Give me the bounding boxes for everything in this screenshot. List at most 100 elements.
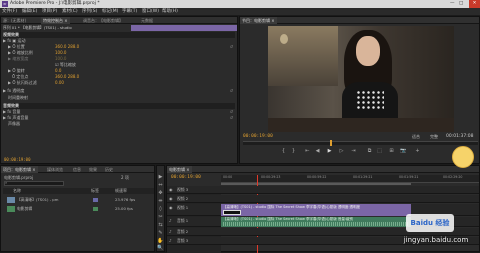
slip-tool[interactable]: ⇆ <box>157 222 164 229</box>
tab-effects[interactable]: 效果 <box>87 166 99 173</box>
row-label: ▶ fx ▣ 运动 <box>3 38 26 43</box>
tab-media-browser[interactable]: 媒体浏览 <box>45 166 65 173</box>
ruler-label: 00:01:59:21 <box>399 175 419 179</box>
item-name: 电影剪辑 <box>17 206 33 211</box>
tab-effect-controls[interactable]: 特效控制台 × <box>41 17 70 24</box>
video-clip[interactable]: 【高清晰】(TS01) - studio 国际 The Secret Show … <box>221 204 411 216</box>
track-select-tool[interactable]: ⇔ <box>157 182 164 189</box>
minimize-button[interactable]: — <box>450 0 455 8</box>
list-item[interactable]: 电影剪辑 25.00 fps <box>3 205 154 213</box>
video-clip-icon <box>7 197 15 203</box>
rolling-edit-tool[interactable]: ⇹ <box>157 198 164 205</box>
lift-button[interactable]: ⧉ <box>366 148 373 155</box>
sticker-emoji <box>452 146 474 168</box>
close-button[interactable]: ✕ <box>469 0 480 8</box>
eye-icon[interactable]: ◉ <box>169 204 173 212</box>
speaker-icon[interactable]: ♪ <box>169 237 172 245</box>
timeline-timecode[interactable]: 00:00:19:00 <box>171 175 201 180</box>
project-column-headers: 名称 标签 帧速率 <box>3 188 154 194</box>
eye-icon[interactable]: ◉ <box>169 186 173 194</box>
anti-flicker-value[interactable]: 0.00 <box>55 80 64 86</box>
export-frame-button[interactable]: 📷 <box>400 148 407 155</box>
tab-metadata[interactable]: 元数据 <box>139 17 155 24</box>
selection-tool[interactable]: ▶ <box>157 174 164 181</box>
menu-sequence[interactable]: 序列(S) <box>82 8 97 15</box>
effect-controls-tabs: 源：(无素材) 特效控制台 × 调音台：【电影剪辑】 元数据 <box>1 17 237 24</box>
menu-project[interactable]: 项目(P) <box>42 8 57 15</box>
track-header-audio-2[interactable]: 音频 2 ♪ <box>167 228 221 236</box>
effect-time-remap[interactable]: 时间重映射 <box>3 95 235 101</box>
step-forward-button[interactable]: ▷ <box>338 148 345 155</box>
razor-tool[interactable]: ✂ <box>157 214 164 221</box>
menu-clip[interactable]: 素材(C) <box>62 8 78 15</box>
rate-stretch-tool[interactable]: ◊ <box>157 206 164 213</box>
hand-tool[interactable]: ✋ <box>157 238 164 245</box>
safe-margins-button[interactable]: ⊞ <box>388 148 395 155</box>
tab-history[interactable]: 历史 <box>103 166 115 173</box>
track-header-audio-3[interactable]: 音频 3 ♪ <box>167 237 221 245</box>
ripple-edit-tool[interactable]: ✥ <box>157 190 164 197</box>
full-dropdown[interactable]: 完整 <box>430 134 438 140</box>
table-surface <box>268 118 454 132</box>
fit-dropdown[interactable]: 适合 <box>412 134 420 140</box>
speaker-icon[interactable]: ♪ <box>169 228 172 236</box>
tab-sequence[interactable]: 电影剪辑 × <box>167 166 192 173</box>
eye-icon[interactable]: ◉ <box>169 195 173 203</box>
track-video-3[interactable] <box>221 186 479 194</box>
column-name[interactable]: 名称 <box>13 188 21 194</box>
tab-source[interactable]: 源：(无素材) <box>1 17 28 24</box>
step-back-button[interactable]: ◀ <box>314 148 321 155</box>
work-area-bar[interactable] <box>221 183 411 185</box>
column-frame-rate[interactable]: 帧速率 <box>115 188 127 194</box>
reset-icon[interactable]: ↺ <box>230 88 233 94</box>
track-header-video-2[interactable]: 视频 2 ◉ <box>167 195 221 203</box>
list-item[interactable]: 【高清晰】(TS01) - pm 23.976 fps <box>3 196 154 204</box>
track-label: 音频 2 <box>177 229 189 234</box>
program-scrubber[interactable] <box>243 141 478 145</box>
menu-marker[interactable]: 标记(M) <box>102 8 118 15</box>
extract-button[interactable]: ⬚ <box>376 148 383 155</box>
add-button[interactable]: + <box>414 148 421 155</box>
track-header-video-1[interactable]: 视频 1 ◉ <box>167 204 221 216</box>
menu-edit[interactable]: 编辑(E) <box>22 8 37 15</box>
pen-tool[interactable]: ✎ <box>157 230 164 237</box>
menu-help[interactable]: 帮助(H) <box>162 8 178 15</box>
program-video-frame <box>268 26 454 132</box>
menu-window[interactable]: 窗口(W) <box>142 8 159 15</box>
search-input[interactable] <box>4 181 64 186</box>
effect-opacity[interactable]: ▶ fx 透明度 ↺ <box>3 88 235 94</box>
go-to-in-button[interactable]: ⇤ <box>304 148 311 155</box>
column-label[interactable]: 标签 <box>91 188 99 194</box>
menu-title[interactable]: 字幕(T) <box>122 8 137 15</box>
effect-panner[interactable]: 声像器 <box>3 121 235 127</box>
zoom-tool[interactable]: 🔍 <box>157 245 164 252</box>
row-label: ▶ 缩放宽度 <box>8 56 29 61</box>
track-headers: 视频 3 ◉ 视频 2 ◉ 视频 1 ◉ 音频 1 ♪ 音频 2 ♪ 音频 3 ♪ <box>167 186 221 253</box>
track-video-2[interactable] <box>221 195 479 203</box>
baidu-logo: Baidu 经验 <box>406 214 454 232</box>
tab-info[interactable]: 信息 <box>71 166 83 173</box>
tab-audio-mixer[interactable]: 调音台：【电影剪辑】 <box>81 17 125 24</box>
mark-out-button[interactable]: } <box>290 148 297 155</box>
go-to-out-button[interactable]: ⇥ <box>350 148 357 155</box>
time-ruler[interactable]: 00:00 00:00:29:23 00:00:59:22 00:01:29:2… <box>221 175 479 183</box>
menu-file[interactable]: 文件(F) <box>2 8 17 15</box>
program-timecode-current[interactable]: 00:00:19:00 <box>243 134 273 139</box>
program-playhead[interactable] <box>330 140 332 146</box>
tab-program[interactable]: 节目：电影剪辑 × <box>240 17 277 24</box>
play-button[interactable]: ▶ <box>326 148 333 155</box>
timeline-tabs: 电影剪辑 × <box>167 166 479 173</box>
param-anti-flicker[interactable]: ▶ Ö 抗闪烁过滤 0.00 <box>3 80 235 86</box>
speaker-icon[interactable]: ♪ <box>169 217 172 225</box>
track-header-video-3[interactable]: 视频 3 ◉ <box>167 186 221 194</box>
mark-in-button[interactable]: { <box>280 148 287 155</box>
tab-project[interactable]: 项目：电影剪辑 × <box>1 166 38 173</box>
ruler-label: 00:01:29:21 <box>353 175 373 179</box>
track-label: 视频 3 <box>177 187 189 192</box>
effect-controls-timecode[interactable]: 00:00:19:00 <box>4 157 31 162</box>
row-label: ▶ fx 声道音量 <box>3 115 29 120</box>
maximize-button[interactable]: □ <box>459 0 463 8</box>
project-panel: 项目：电影剪辑 × 媒体浏览 信息 效果 历史 电影剪辑.prproj 2 项 … <box>0 165 155 252</box>
label-color-swatch <box>93 207 98 211</box>
track-header-audio-1[interactable]: 音频 1 ♪ <box>167 217 221 227</box>
